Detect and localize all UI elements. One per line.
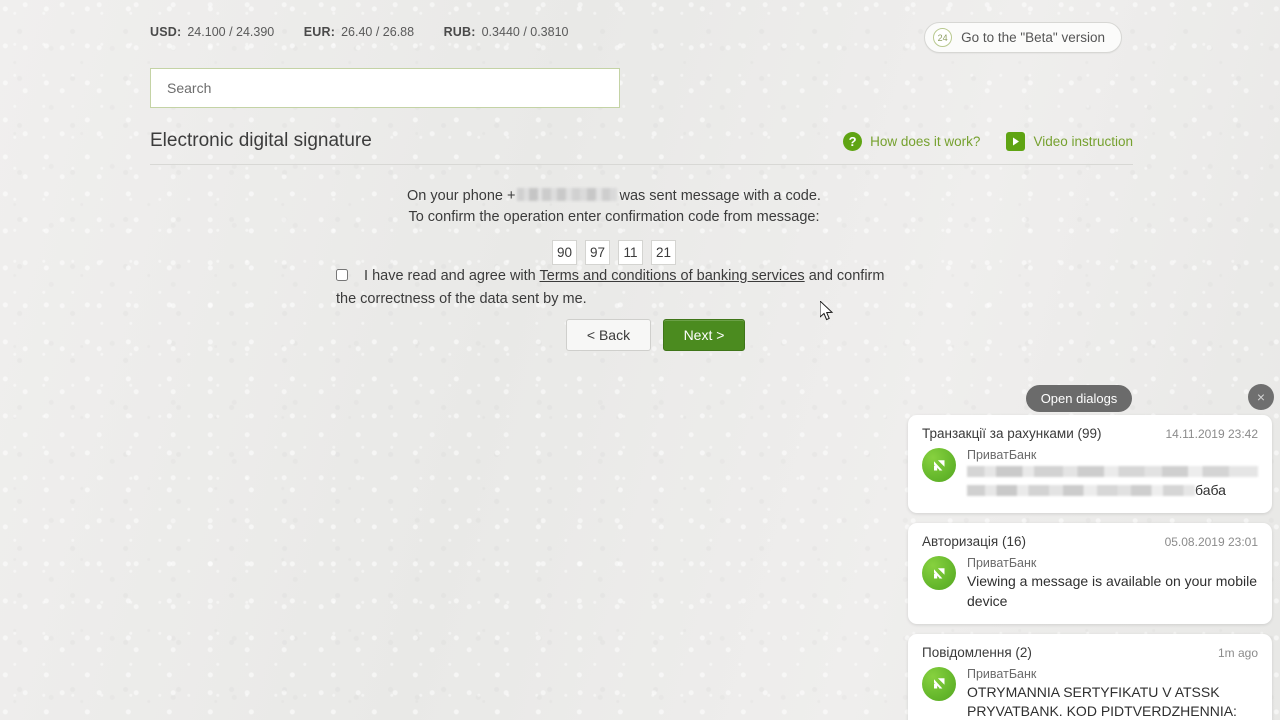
rate-rub-value: 0.3440 / 0.3810 xyxy=(481,25,569,39)
dialog-title: Транзакції за рахунками (99) xyxy=(922,426,1102,441)
dialog-content: ПриватБанк баба xyxy=(967,448,1258,500)
help-icon: ? xyxy=(843,131,863,151)
rate-usd: USD: 24.100 / 24.390 xyxy=(150,25,274,39)
close-icon[interactable]: × xyxy=(1248,384,1274,410)
beta-version-label: Go to the "Beta" version xyxy=(961,30,1105,45)
sms-sent-line: On your phone + was sent message with a c… xyxy=(336,186,892,207)
dialog-timestamp: 14.11.2019 23:42 xyxy=(1165,427,1258,441)
dialog-card-header: Авторизація (16) 05.08.2019 23:01 xyxy=(922,534,1258,549)
privatbank-avatar-icon xyxy=(922,448,956,482)
agreement-text-before: I have read and agree with xyxy=(364,268,540,284)
rate-rub-label: RUB: xyxy=(443,25,476,39)
next-button[interactable]: Next > xyxy=(663,319,745,351)
video-instruction-link[interactable]: Video instruction xyxy=(1006,131,1133,151)
sms-sent-suffix: was sent message with a code. xyxy=(619,188,821,204)
dialogs-panel: Open dialogs × Транзакції за рахунками (… xyxy=(900,381,1280,720)
code-cell-1[interactable]: 90 xyxy=(552,240,577,266)
dialog-card-header: Повідомлення (2) 1m ago xyxy=(922,645,1258,660)
dialog-message-tail: баба xyxy=(1195,482,1226,498)
masked-phone-number xyxy=(517,188,618,201)
currency-rates-bar: USD: 24.100 / 24.390 EUR: 26.40 / 26.88 RU… xyxy=(150,25,595,39)
sms-sent-prefix: On your phone + xyxy=(407,188,516,204)
dialog-message: Viewing a message is available on your m… xyxy=(967,573,1258,609)
confirmation-block: On your phone + was sent message with a c… xyxy=(336,186,892,266)
rate-eur-value: 26.40 / 26.88 xyxy=(341,25,415,39)
privatbank-avatar-icon xyxy=(922,556,956,591)
rate-eur-label: EUR: xyxy=(303,25,336,39)
redacted-message-line-1 xyxy=(967,466,1258,477)
code-cell-3[interactable]: 11 xyxy=(618,240,643,266)
code-cell-4[interactable]: 21 xyxy=(651,240,676,266)
redacted-message-fragment xyxy=(967,485,1195,496)
header-links: ? How does it work? Video instruction xyxy=(843,131,1133,151)
rate-rub: RUB: 0.3440 / 0.3810 xyxy=(444,25,569,39)
page-title: Electronic digital signature xyxy=(150,130,372,151)
dialog-content: ПриватБанк OTRYMANNIA SERTYFIKATU V ATSS… xyxy=(967,667,1258,720)
dialog-card-authorization[interactable]: Авторизація (16) 05.08.2019 23:01 Приват… xyxy=(908,523,1272,624)
dialog-card-body: ПриватБанк баба xyxy=(922,448,1258,500)
page-header: Electronic digital signature ? How does … xyxy=(150,130,1133,165)
play-icon xyxy=(1006,131,1026,151)
dialog-card-body: ПриватБанк Viewing a message is availabl… xyxy=(922,556,1258,611)
agreement-checkbox[interactable] xyxy=(336,269,348,281)
dialog-card-transactions[interactable]: Транзакції за рахунками (99) 14.11.2019 … xyxy=(908,415,1272,514)
dialog-sender: ПриватБанк xyxy=(967,666,1037,681)
open-dialogs-button[interactable]: Open dialogs xyxy=(1025,384,1133,412)
dialog-card-header: Транзакції за рахунками (99) 14.11.2019 … xyxy=(922,426,1258,441)
dialog-sender: ПриватБанк xyxy=(967,448,1037,462)
rate-eur: EUR: 26.40 / 26.88 xyxy=(304,25,414,39)
back-button[interactable]: < Back xyxy=(566,319,651,351)
dialog-timestamp: 1m ago xyxy=(1217,645,1258,660)
dialog-card-messages[interactable]: Повідомлення (2) 1m ago ПриватБанк OTRYM… xyxy=(908,633,1272,720)
dialog-timestamp: 05.08.2019 23:01 xyxy=(1164,535,1258,550)
rate-usd-label: USD: xyxy=(150,25,182,39)
dialog-title: Авторизація (16) xyxy=(922,534,1026,550)
terms-and-conditions-link[interactable]: Terms and conditions of banking services xyxy=(540,268,805,284)
search-input[interactable] xyxy=(165,79,605,97)
video-instruction-label: Video instruction xyxy=(1033,133,1133,149)
beta-version-button[interactable]: 24 Go to the "Beta" version xyxy=(924,22,1122,53)
rate-usd-value: 24.100 / 24.390 xyxy=(187,25,275,39)
redacted-message-line-2: баба xyxy=(967,481,1258,500)
dialog-content: ПриватБанк Viewing a message is availabl… xyxy=(967,556,1258,611)
confirmation-code-inputs: 90 97 11 21 xyxy=(336,240,892,266)
agreement-block: I have read and agree with Terms and con… xyxy=(336,265,892,312)
dialogs-panel-header: Open dialogs × xyxy=(900,381,1280,415)
privatbank-avatar-icon xyxy=(922,666,956,701)
how-does-it-work-label: How does it work? xyxy=(870,133,981,149)
dialog-message: OTRYMANNIA SERTYFIKATU V ATSSK PRYVATBAN… xyxy=(967,683,1237,720)
form-actions: < Back Next > xyxy=(566,319,745,351)
dialog-title: Повідомлення (2) xyxy=(922,644,1032,660)
search-box[interactable] xyxy=(150,68,620,108)
beta-count-badge: 24 xyxy=(933,28,953,47)
how-does-it-work-link[interactable]: ? How does it work? xyxy=(843,131,981,151)
dialog-card-body: ПриватБанк OTRYMANNIA SERTYFIKATU V ATSS… xyxy=(922,666,1258,720)
enter-code-instruction: To confirm the operation enter confirmat… xyxy=(408,209,820,226)
code-cell-2[interactable]: 97 xyxy=(585,240,610,266)
dialog-sender: ПриватБанк xyxy=(967,556,1037,571)
